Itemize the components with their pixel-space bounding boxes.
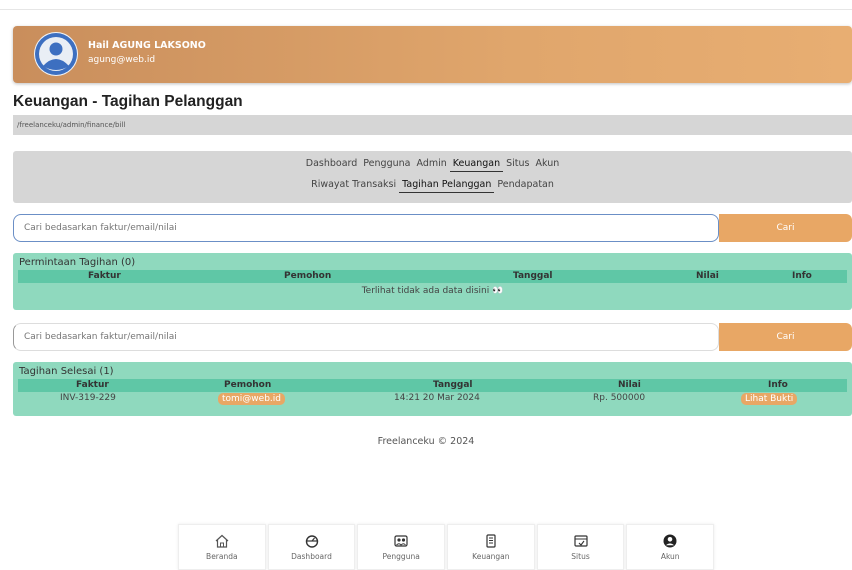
- table-header: Faktur Pemohon Tanggal Nilai Info: [18, 270, 847, 283]
- bottom-nav-akun[interactable]: Akun: [626, 524, 715, 570]
- cell-pemohon-badge[interactable]: tomi@web.id: [218, 393, 285, 405]
- account-icon: [663, 534, 677, 548]
- completed-bills-panel: Tagihan Selesai (1) Faktur Pemohon Tangg…: [13, 362, 852, 416]
- panel-title: Tagihan Selesai (1): [19, 366, 114, 377]
- bottom-nav-beranda[interactable]: Beranda: [178, 524, 266, 570]
- bottom-nav: Beranda Dashboard Pengguna Keuangan Situ…: [178, 524, 715, 570]
- bottom-nav-label: Situs: [571, 552, 590, 561]
- subnav-tagihan-pelanggan[interactable]: Tagihan Pelanggan: [399, 179, 495, 193]
- nav-akun[interactable]: Akun: [532, 158, 562, 172]
- done-search-bar: Cari: [13, 323, 852, 351]
- panel-title: Permintaan Tagihan (0): [19, 257, 136, 268]
- col-info: Info: [792, 271, 812, 281]
- empty-state-message: Terlihat tidak ada data disini 👀: [361, 286, 504, 296]
- nav-admin[interactable]: Admin: [413, 158, 449, 172]
- subnav-pendapatan[interactable]: Pendapatan: [494, 179, 557, 193]
- finance-icon: [486, 534, 496, 548]
- done-search-input[interactable]: [13, 323, 719, 351]
- col-tanggal: Tanggal: [433, 380, 473, 390]
- table-row: INV-319-229 tomi@web.id 14:21 20 Mar 202…: [18, 392, 847, 407]
- col-faktur: Faktur: [76, 380, 109, 390]
- table-header: Faktur Pemohon Tanggal Nilai Info: [18, 379, 847, 392]
- bottom-nav-situs[interactable]: Situs: [536, 524, 625, 570]
- bottom-nav-label: Akun: [660, 552, 680, 561]
- bottom-nav-label: Beranda: [206, 552, 238, 561]
- col-pemohon: Pemohon: [224, 380, 272, 390]
- nav-pengguna[interactable]: Pengguna: [360, 158, 413, 172]
- col-tanggal: Tanggal: [513, 271, 553, 281]
- users-icon: [394, 535, 408, 547]
- top-divider: [0, 9, 852, 10]
- home-icon: [215, 534, 229, 548]
- bottom-nav-dashboard[interactable]: Dashboard: [267, 524, 356, 570]
- nav-dashboard[interactable]: Dashboard: [303, 158, 361, 172]
- avatar[interactable]: [34, 32, 78, 76]
- cell-nilai: Rp. 500000: [593, 393, 646, 403]
- footer-text: Freelanceku © 2024: [377, 436, 475, 447]
- user-email: agung@web.id: [88, 55, 156, 65]
- request-search-bar: Cari: [13, 214, 852, 242]
- bottom-nav-pengguna[interactable]: Pengguna: [357, 524, 446, 570]
- nav-situs[interactable]: Situs: [503, 158, 532, 172]
- col-nilai: Nilai: [618, 380, 641, 390]
- request-search-button[interactable]: Cari: [719, 214, 852, 242]
- request-search-input[interactable]: [13, 214, 719, 242]
- cell-tanggal: 14:21 20 Mar 2024: [394, 393, 480, 403]
- bill-requests-panel: Permintaan Tagihan (0) Faktur Pemohon Ta…: [13, 253, 852, 310]
- col-pemohon: Pemohon: [284, 271, 332, 281]
- col-info: Info: [768, 380, 788, 390]
- bottom-nav-label: Dashboard: [291, 552, 332, 561]
- site-icon: [573, 535, 588, 547]
- view-proof-button[interactable]: Lihat Bukti: [741, 393, 798, 405]
- dashboard-icon: [305, 535, 318, 548]
- col-faktur: Faktur: [88, 271, 121, 281]
- page-title: Keuangan - Tagihan Pelanggan: [13, 93, 243, 110]
- col-nilai: Nilai: [696, 271, 719, 281]
- nav-keuangan[interactable]: Keuangan: [449, 158, 504, 172]
- section-nav: Dashboard Pengguna Admin Keuangan Situs …: [13, 151, 852, 203]
- bottom-nav-keuangan[interactable]: Keuangan: [447, 524, 535, 570]
- done-search-button[interactable]: Cari: [719, 323, 852, 351]
- bottom-nav-label: Pengguna: [382, 552, 420, 561]
- greeting-text: Hail AGUNG LAKSONO: [88, 40, 206, 51]
- bottom-nav-label: Keuangan: [472, 552, 510, 561]
- breadcrumb: /freelanceku/admin/finance/bill: [13, 115, 852, 135]
- primary-nav: Dashboard Pengguna Admin Keuangan Situs …: [13, 158, 852, 172]
- secondary-nav: Riwayat Transaksi Tagihan Pelanggan Pend…: [13, 179, 852, 193]
- subnav-riwayat-transaksi[interactable]: Riwayat Transaksi: [308, 179, 399, 193]
- cell-faktur: INV-319-229: [60, 393, 116, 403]
- user-avatar-icon: [35, 33, 77, 75]
- profile-header: Hail AGUNG LAKSONO agung@web.id: [13, 26, 852, 83]
